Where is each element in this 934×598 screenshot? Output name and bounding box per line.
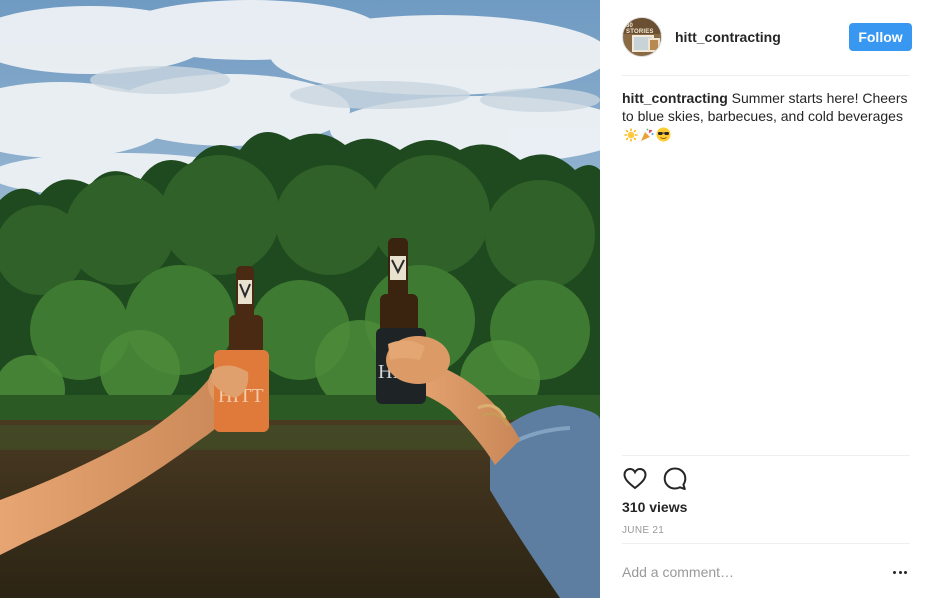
view-count[interactable]: 310 views: [622, 499, 687, 515]
avatar-text: 80 STORIES: [626, 23, 654, 35]
speech-bubble-icon[interactable]: [662, 466, 688, 492]
caption-username[interactable]: hitt_contracting: [622, 90, 728, 106]
more-options-icon[interactable]: [890, 562, 910, 582]
sunglasses-face-emoji: [656, 127, 671, 146]
post-header: 80 STORIES hitt_contracting Follow: [622, 16, 912, 58]
comment-input[interactable]: [622, 560, 872, 584]
party-popper-emoji: [640, 128, 654, 146]
divider: [622, 75, 910, 76]
avatar-photo-frame-2: [648, 38, 660, 52]
post-photo[interactable]: HITT HITT: [0, 0, 600, 598]
post-side-panel: 80 STORIES hitt_contracting Follow hitt_…: [600, 0, 934, 598]
follow-button[interactable]: Follow: [849, 23, 912, 51]
avatar[interactable]: 80 STORIES: [622, 17, 662, 57]
header-username[interactable]: hitt_contracting: [675, 29, 781, 45]
more-dot: [898, 570, 902, 574]
divider: [622, 455, 910, 456]
more-dot: [904, 570, 907, 574]
photo-scene: HITT HITT: [0, 0, 600, 598]
post-date[interactable]: JUNE 21: [622, 525, 664, 536]
divider: [622, 543, 910, 544]
sun-emoji: [624, 128, 638, 146]
post-caption: hitt_contracting Summer starts here! Che…: [622, 89, 912, 146]
heart-outline-icon[interactable]: [622, 466, 648, 492]
more-dot: [893, 570, 896, 574]
post-actions: [622, 466, 702, 492]
